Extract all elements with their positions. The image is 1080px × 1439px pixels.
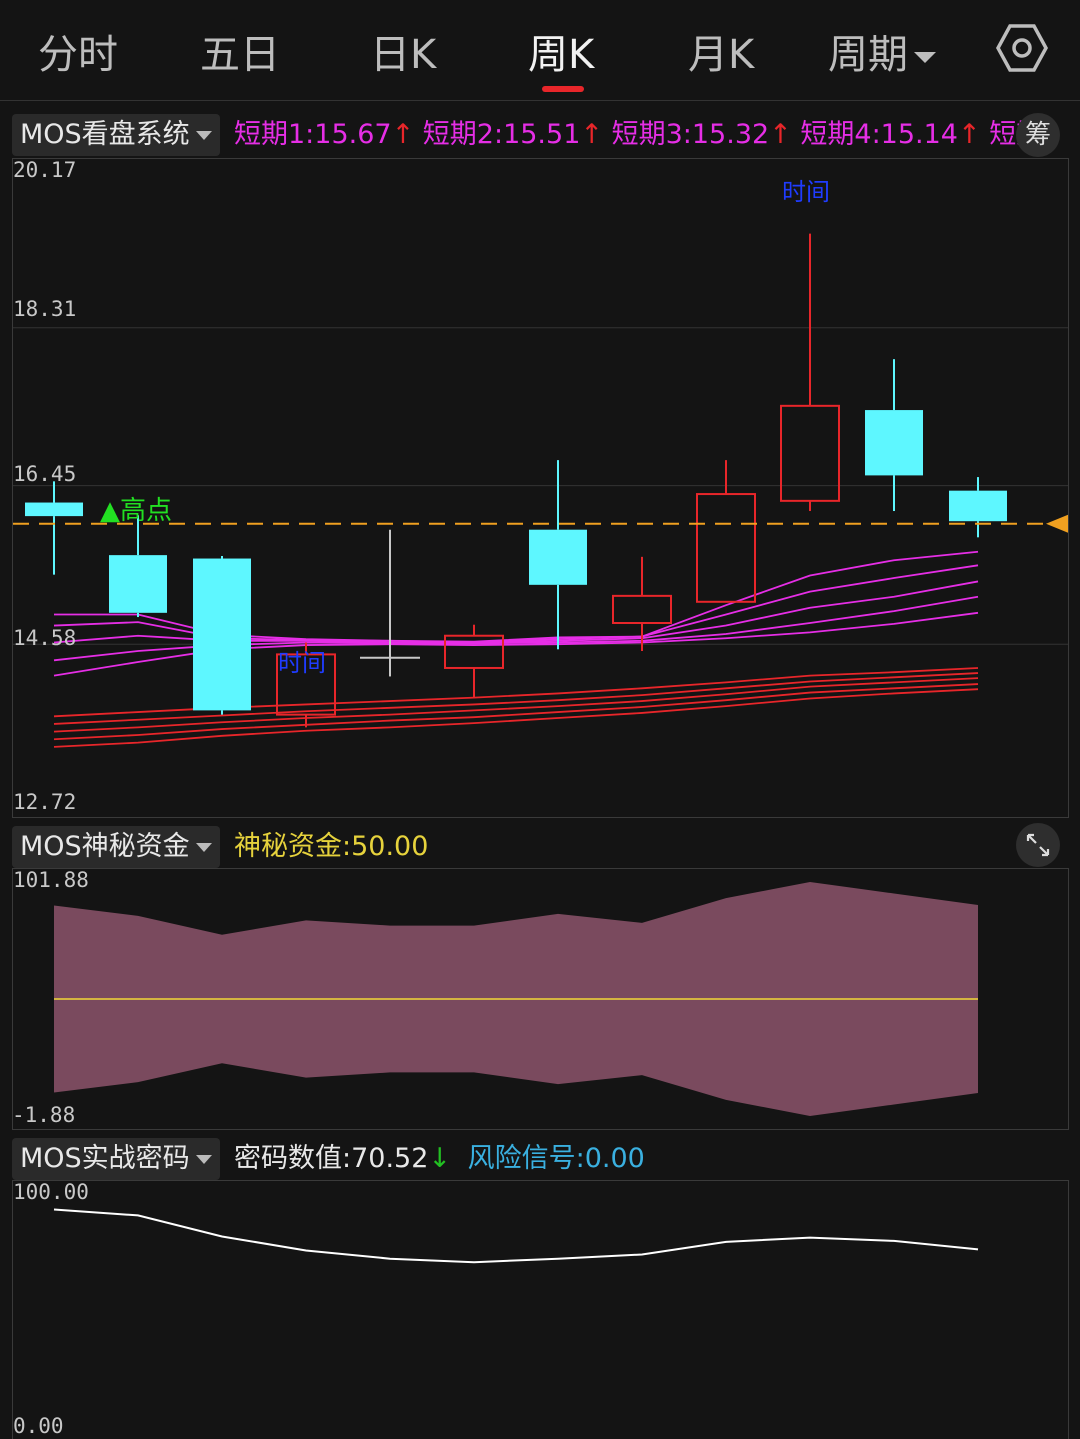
code-value-label: 密码数值: [234, 1143, 352, 1174]
tab-period-dropdown[interactable]: 周期 [828, 22, 936, 80]
code-indicator-selector[interactable]: MOS实战密码 [12, 1138, 220, 1180]
settings-button[interactable] [996, 22, 1048, 74]
code-chart-panel [12, 1180, 1069, 1439]
money-indicator-name: MOS神秘资金 [20, 831, 190, 862]
y-tick-label: 101.88 [13, 868, 89, 892]
tab-intraday[interactable]: 分时 [38, 22, 118, 80]
money-values: 神秘资金:50.00 [234, 828, 428, 866]
active-tab-indicator [542, 86, 584, 92]
y-tick-label: 14.58 [13, 626, 77, 650]
expand-icon [1026, 833, 1050, 857]
tab-daily-k[interactable]: 日K [370, 22, 436, 80]
y-tick-label: 16.45 [13, 462, 77, 486]
gear-icon [996, 24, 1048, 72]
tab-weekly-k[interactable]: 周K [528, 22, 594, 80]
tab-monthly-k[interactable]: 月K [688, 22, 754, 80]
expand-button[interactable] [1016, 823, 1060, 867]
chevron-down-icon [195, 843, 212, 852]
down-arrow-icon: ↓ [428, 1143, 452, 1174]
ma4-value: 15.14 [880, 119, 958, 150]
main-indicator-selector[interactable]: MOS看盘系统 [12, 114, 220, 156]
tab-five-day[interactable]: 五日 [200, 22, 280, 80]
ma1-up-arrow-icon: ↑ [391, 119, 415, 150]
time-label-mid: 时间 [278, 649, 326, 677]
ma3-up-arrow-icon: ↑ [769, 119, 792, 150]
y-tick-label: 0.00 [13, 1414, 64, 1438]
ma2-value: 15.51 [503, 119, 581, 150]
chevron-down-icon [195, 131, 212, 140]
code-indicator-header: MOS实战密码 密码数值:70.52↓ 风险信号:0.00 [0, 1132, 1080, 1184]
main-chart-panel [12, 158, 1069, 818]
code-values: 密码数值:70.52↓ 风险信号:0.00 [234, 1140, 645, 1178]
main-indicator-header: MOS看盘系统 短期1:15.67↑ 短期2:15.51↑ 短期3:15.32↑… [0, 108, 1080, 160]
chevron-down-icon [914, 51, 936, 63]
money-value: 50.00 [351, 831, 429, 862]
risk-label: 风险信号: [467, 1143, 585, 1174]
tab-period-label: 周期 [828, 32, 908, 78]
y-tick-label: 100.00 [13, 1180, 89, 1204]
ma1-label: 短期1: [234, 119, 315, 150]
main-indicator-name: MOS看盘系统 [20, 119, 190, 150]
ma4-label: 短期4: [800, 119, 881, 150]
chip-distribution-button[interactable]: 筹 [1016, 113, 1060, 157]
ma-values: 短期1:15.67↑ 短期2:15.51↑ 短期3:15.32↑ 短期4:15.… [234, 116, 1060, 154]
time-label-top: 时间 [782, 178, 830, 206]
ma2-label: 短期2: [422, 119, 504, 150]
chevron-down-icon [195, 1155, 212, 1164]
y-tick-label: 18.31 [13, 297, 77, 321]
ma3-label: 短期3: [611, 119, 692, 150]
y-tick-label: 12.72 [13, 790, 77, 814]
ma3-value: 15.32 [691, 119, 770, 150]
money-label: 神秘资金: [234, 831, 352, 862]
money-indicator-selector[interactable]: MOS神秘资金 [12, 826, 220, 868]
ma1-value: 15.67 [314, 119, 392, 150]
code-indicator-name: MOS实战密码 [20, 1143, 190, 1174]
money-chart-panel [12, 868, 1069, 1130]
y-tick-label: 20.17 [13, 158, 77, 182]
y-tick-label: -1.88 [12, 1103, 76, 1127]
high-point-marker: ▲高点 [100, 496, 172, 526]
period-tab-bar: 分时 五日 日K 周K 月K 周期 [0, 0, 1080, 101]
risk-value: 0.00 [584, 1143, 645, 1174]
code-value: 70.52 [351, 1143, 429, 1174]
ma4-up-arrow-icon: ↑ [957, 119, 981, 150]
money-indicator-header: MOS神秘资金 神秘资金:50.00 [0, 820, 1080, 872]
ma2-up-arrow-icon: ↑ [580, 119, 603, 150]
